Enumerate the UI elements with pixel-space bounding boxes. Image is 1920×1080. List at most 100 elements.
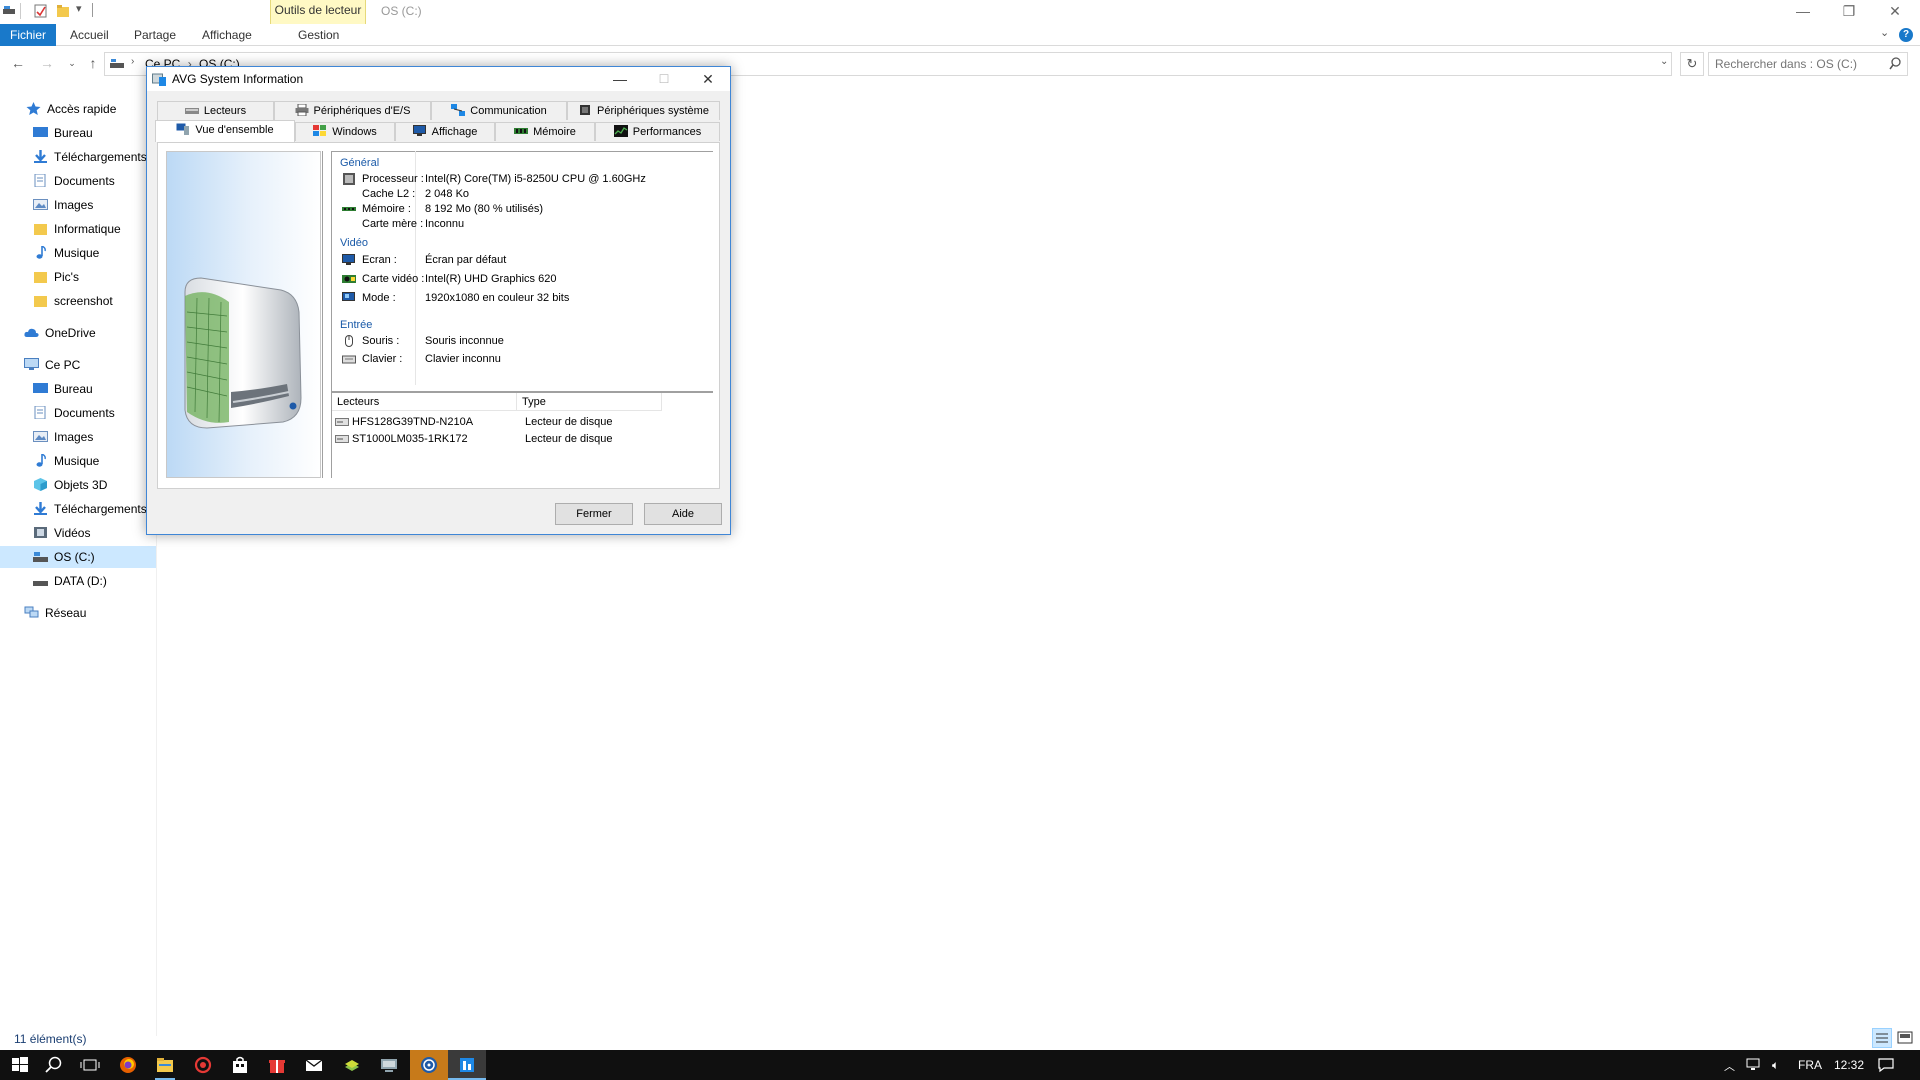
column-header-type[interactable]: Type <box>522 396 546 408</box>
label-processeur: Processeur : <box>362 173 424 185</box>
minimize-button[interactable]: — <box>1780 0 1826 22</box>
tab-label: Vue d'ensemble <box>195 124 274 136</box>
nav-pc-objets-3d[interactable]: Objets 3D <box>33 474 154 496</box>
search-box[interactable] <box>1708 52 1908 76</box>
store-bag-icon[interactable] <box>230 1055 250 1075</box>
search-icon[interactable] <box>44 1055 64 1075</box>
nav-pc-os-c[interactable]: OS (C:) <box>0 546 156 568</box>
recent-locations-chevron-icon[interactable]: ⌄ <box>63 54 81 72</box>
nav-quick-informatique[interactable]: Informatique <box>33 218 154 240</box>
column-header-lecteurs[interactable]: Lecteurs <box>337 396 379 408</box>
dialog-close-button[interactable]: ✕ <box>686 67 730 91</box>
mail-icon[interactable] <box>304 1055 324 1075</box>
nav-quick-images[interactable]: Images <box>33 194 154 216</box>
close-button[interactable]: ✕ <box>1872 0 1918 22</box>
address-dropdown-chevron-icon[interactable]: ⌄ <box>1660 56 1668 67</box>
task-view-icon[interactable] <box>80 1055 100 1075</box>
avg-tuneup-icon[interactable] <box>419 1055 439 1075</box>
value-souris: Souris inconnue <box>425 335 504 347</box>
tray-overflow-chevron-icon[interactable]: ︿ <box>1724 1058 1735 1074</box>
nav-label: Réseau <box>45 606 87 620</box>
breadcrumb-chevron-icon[interactable]: › <box>131 56 134 67</box>
dialog-titlebar[interactable]: AVG System Information — ☐ ✕ <box>147 67 730 91</box>
nav-onedrive[interactable]: OneDrive <box>24 322 154 344</box>
column-separator[interactable] <box>516 393 517 411</box>
app-icon[interactable] <box>342 1055 362 1075</box>
search-input[interactable] <box>1715 57 1885 71</box>
back-arrow-icon[interactable]: ← <box>9 54 27 72</box>
help-icon[interactable]: ? <box>1899 28 1913 42</box>
firefox-icon[interactable] <box>118 1055 138 1075</box>
clock-time[interactable]: 12:32 <box>1834 1058 1864 1072</box>
large-icons-view-icon[interactable] <box>1895 1028 1915 1048</box>
tab-affichage[interactable]: Affichage <box>395 122 495 141</box>
display-mode-icon <box>342 292 355 301</box>
file-explorer-icon[interactable] <box>155 1055 175 1075</box>
memory-stick-icon <box>342 207 356 211</box>
details-view-icon[interactable] <box>1872 1028 1892 1048</box>
volume-icon[interactable]: 🔈︎ <box>1772 1058 1779 1073</box>
restore-button[interactable]: ❐ <box>1826 0 1872 22</box>
tab-gestion[interactable]: Gestion <box>298 24 339 46</box>
qa-customize-chevron-icon[interactable]: ▾ <box>76 2 82 15</box>
media-record-icon[interactable] <box>193 1055 213 1075</box>
computer-illustration <box>166 151 321 478</box>
nav-quick-telechargements[interactable]: Téléchargements <box>33 146 154 168</box>
nav-quick-bureau[interactable]: Bureau <box>33 122 154 144</box>
tab-vue-d-ensemble[interactable]: Vue d'ensemble <box>155 120 295 142</box>
nav-label: Objets 3D <box>54 478 108 492</box>
nav-pc-musique[interactable]: Musique <box>33 450 154 472</box>
nav-quick-documents[interactable]: Documents <box>33 170 154 192</box>
tab-accueil[interactable]: Accueil <box>70 24 109 46</box>
nav-quick-pics[interactable]: Pic's <box>33 266 154 288</box>
documents-icon <box>34 174 46 187</box>
forward-arrow-icon[interactable]: → <box>38 54 56 72</box>
tab-windows[interactable]: Windows <box>295 122 395 141</box>
tab-affichage[interactable]: Affichage <box>202 24 252 46</box>
list-item[interactable]: HFS128G39TND-N210A Lecteur de disque <box>335 415 655 431</box>
nav-quick-musique[interactable]: Musique <box>33 242 154 264</box>
tab-fichier[interactable]: Fichier <box>0 24 56 46</box>
fermer-button[interactable]: Fermer <box>555 503 633 525</box>
dialog-title: AVG System Information <box>172 72 304 86</box>
tab-partage[interactable]: Partage <box>134 24 176 46</box>
system-info-icon[interactable] <box>457 1055 477 1075</box>
column-separator[interactable] <box>661 393 662 411</box>
nav-pc-videos[interactable]: Vidéos <box>33 522 154 544</box>
tab-performances[interactable]: Performances <box>595 122 720 141</box>
nav-pc-documents[interactable]: Documents <box>33 402 154 424</box>
tab-lecteurs[interactable]: Lecteurs <box>157 101 274 120</box>
windows-start-icon[interactable] <box>10 1055 30 1075</box>
nav-reseau[interactable]: Réseau <box>24 602 154 624</box>
list-item[interactable]: ST1000LM035-1RK172 Lecteur de disque <box>335 432 655 448</box>
system-tool-icon[interactable] <box>379 1055 399 1075</box>
film-icon <box>34 527 47 538</box>
nav-label: Musique <box>54 454 100 468</box>
nav-pc-images[interactable]: Images <box>33 426 154 448</box>
new-folder-icon[interactable] <box>56 4 70 18</box>
gift-icon[interactable] <box>267 1055 287 1075</box>
network-tray-icon[interactable] <box>1746 1058 1764 1072</box>
properties-icon[interactable] <box>34 4 48 18</box>
dialog-minimize-button[interactable]: — <box>598 67 642 91</box>
tab-communication[interactable]: Communication <box>431 101 567 120</box>
dialog-maximize-button[interactable]: ☐ <box>642 67 686 91</box>
action-center-icon[interactable] <box>1878 1057 1894 1073</box>
tab-memoire[interactable]: Mémoire <box>495 122 595 141</box>
aide-button[interactable]: Aide <box>644 503 722 525</box>
nav-pc-bureau[interactable]: Bureau <box>33 378 154 400</box>
up-arrow-icon[interactable]: ↑ <box>84 54 102 72</box>
language-indicator[interactable]: FRA <box>1798 1058 1822 1072</box>
ribbon-expand-chevron-icon[interactable]: ⌄ <box>1880 26 1889 39</box>
nav-quick-screenshot[interactable]: screenshot <box>33 290 154 312</box>
system-summary: Général Processeur : Intel(R) Core(TM) i… <box>331 151 713 478</box>
tab-peripheriques-systeme[interactable]: Périphériques système <box>567 101 720 120</box>
windows-logo-icon <box>313 125 327 136</box>
nav-quick-access[interactable]: Accès rapide <box>26 98 154 120</box>
tab-peripheriques-es[interactable]: Périphériques d'E/S <box>274 101 431 120</box>
refresh-icon[interactable]: ↻ <box>1680 52 1704 76</box>
nav-ce-pc[interactable]: Ce PC <box>24 354 154 376</box>
nav-pc-telechargements[interactable]: Téléchargements <box>33 498 154 520</box>
nav-pc-data-d[interactable]: DATA (D:) <box>33 570 154 592</box>
nav-label: Pic's <box>54 270 79 284</box>
